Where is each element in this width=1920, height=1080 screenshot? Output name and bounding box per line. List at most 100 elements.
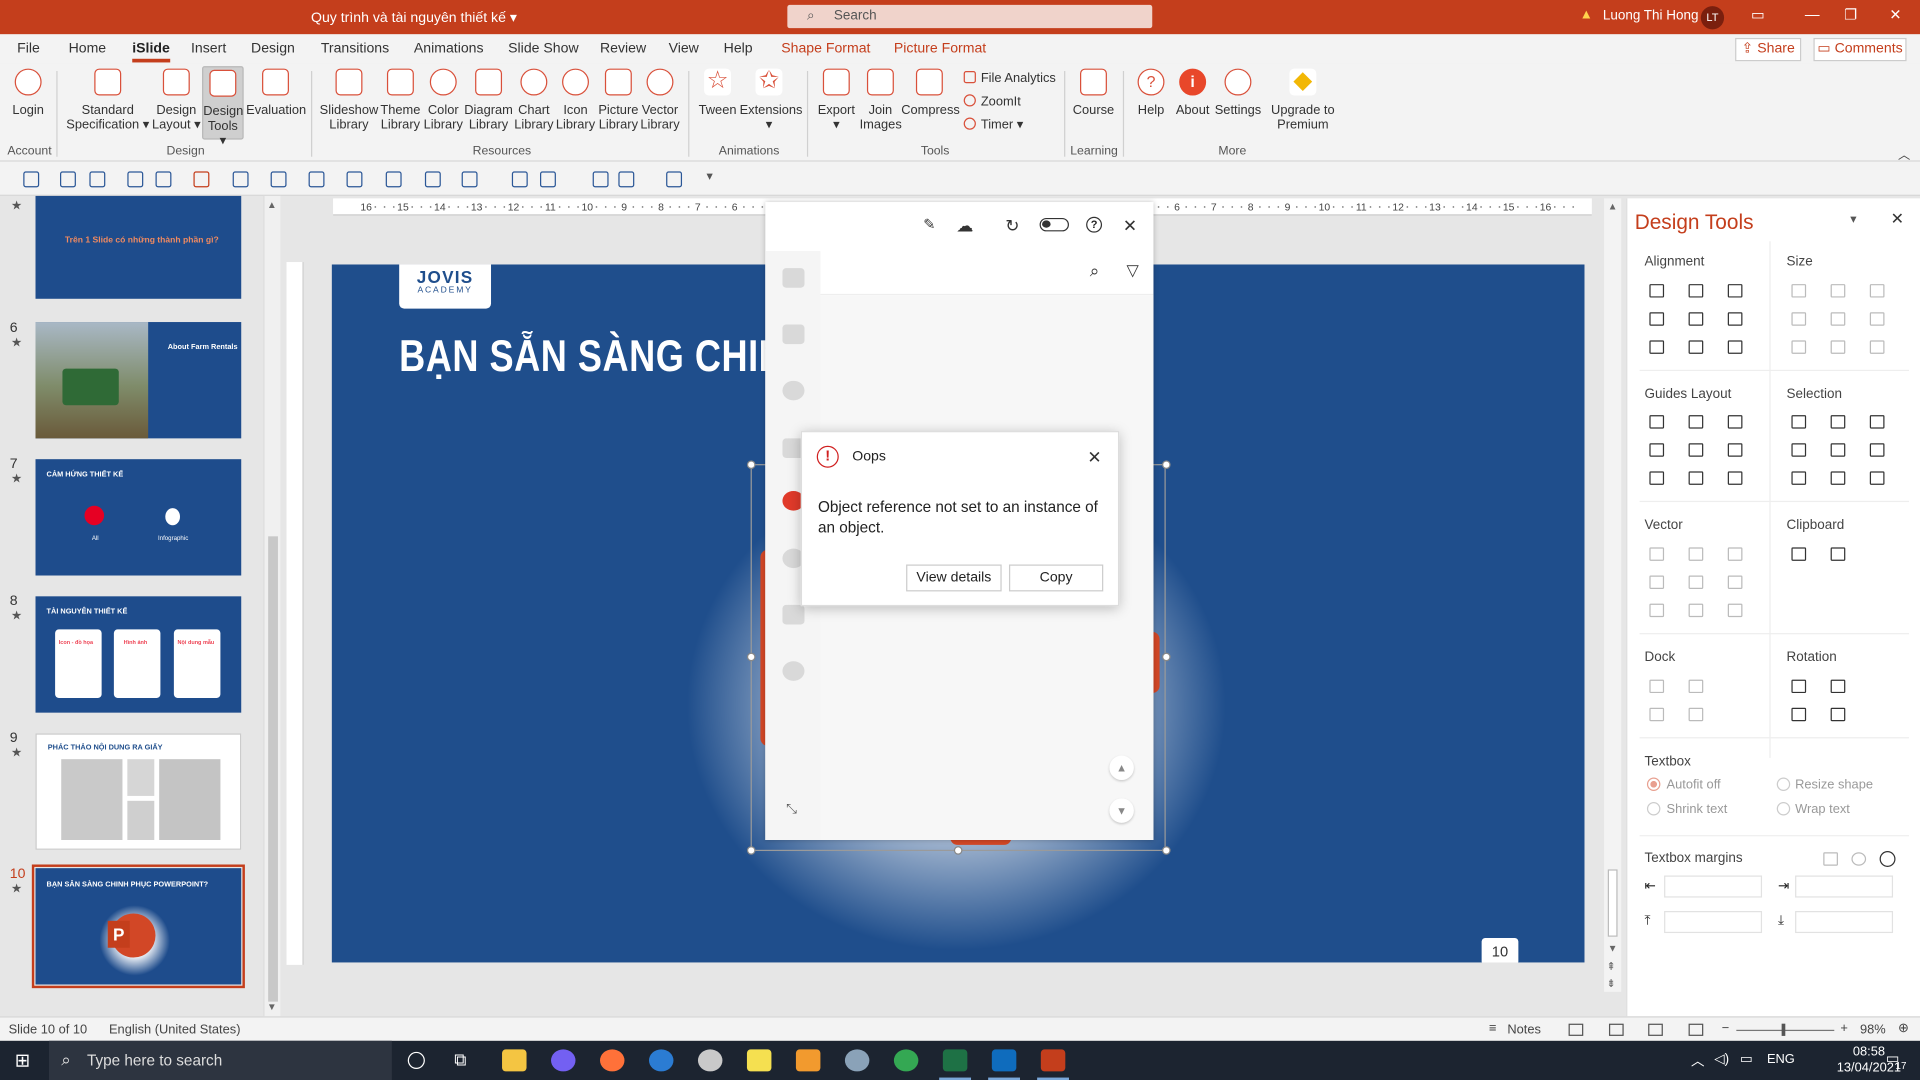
filter-icon[interactable]: ▽	[1127, 261, 1139, 281]
copy-button[interactable]: Copy	[1008, 564, 1104, 592]
search-box[interactable]: ⌕ Search	[787, 4, 1153, 29]
timer-button[interactable]: Timer ▾	[963, 117, 1023, 132]
slideshow-library-button[interactable]: Slideshow Library	[318, 68, 379, 132]
firefox-icon[interactable]	[600, 1049, 625, 1072]
jovis-academy-logo[interactable]: JOVIS ACADEMY	[399, 264, 492, 309]
shrink-text-radio[interactable]	[1646, 802, 1661, 816]
design-tool-icon[interactable]	[1727, 415, 1743, 429]
design-tool-icon[interactable]	[1830, 679, 1846, 694]
design-tool-icon[interactable]	[1727, 443, 1743, 457]
design-tool-icon[interactable]	[1791, 340, 1807, 354]
pdf-app-icon[interactable]	[795, 1049, 821, 1072]
design-tool-icon[interactable]	[1688, 340, 1704, 354]
rotate-tool-icon[interactable]	[127, 171, 144, 188]
avatar[interactable]: LT	[1700, 6, 1725, 30]
design-tool-icon[interactable]	[1830, 443, 1846, 457]
view-details-button[interactable]: View details	[906, 564, 1002, 592]
design-tool-icon[interactable]	[1869, 312, 1885, 326]
bottom-margin-input[interactable]	[1795, 911, 1894, 934]
tab-slide-show[interactable]: Slide Show	[508, 42, 578, 57]
slide-thumbnail[interactable]: About Farm Rentals	[35, 322, 242, 439]
close-window-icon[interactable]: ✕	[1889, 6, 1901, 23]
zoom-in-icon[interactable]: +	[1840, 1021, 1848, 1036]
reading-view-icon[interactable]	[1648, 1023, 1663, 1036]
zoomit-button[interactable]: ZoomIt	[963, 94, 1021, 109]
evaluation-button[interactable]: Evaluation	[246, 68, 306, 118]
design-tool-icon[interactable]	[1727, 603, 1743, 618]
edge-icon[interactable]	[648, 1049, 674, 1072]
help-circle-icon[interactable]: ?	[1086, 216, 1103, 233]
right-margin-input[interactable]	[1795, 875, 1894, 898]
login-button[interactable]: Login	[5, 68, 52, 118]
design-tool-icon[interactable]	[1830, 471, 1846, 485]
design-tool-icon[interactable]	[1688, 707, 1704, 722]
scroll-top-icon[interactable]: ▲	[1109, 755, 1134, 781]
design-tool-icon[interactable]	[1830, 547, 1846, 561]
textbox-tool-icon[interactable]	[60, 171, 76, 188]
toggle-icon[interactable]	[1039, 217, 1069, 232]
design-tool-icon[interactable]	[1688, 312, 1704, 326]
resize-handle[interactable]	[953, 846, 963, 855]
top-margin-input[interactable]	[1664, 911, 1763, 934]
picture-library-button[interactable]: Picture Library	[596, 68, 640, 132]
design-tool-icon[interactable]	[1688, 547, 1704, 561]
close-panel-icon[interactable]: ✕	[1123, 216, 1137, 237]
extensions-button[interactable]: ✩ Extensions ▾	[740, 68, 803, 132]
wrap-text-radio[interactable]	[1776, 802, 1791, 816]
viber-icon[interactable]	[551, 1049, 576, 1072]
zoom-out-icon[interactable]: −	[1722, 1021, 1730, 1036]
design-tool-icon[interactable]	[1791, 547, 1807, 561]
design-tool-icon[interactable]	[1791, 284, 1807, 298]
design-tool-icon[interactable]	[1688, 415, 1704, 429]
design-tool-icon[interactable]	[1649, 707, 1665, 722]
design-tool-icon[interactable]	[1727, 312, 1743, 326]
color-library-button[interactable]: Color Library	[422, 68, 464, 132]
search-icon[interactable]: ⌕	[1090, 261, 1100, 282]
arrange-icon[interactable]	[461, 171, 478, 188]
vector-nav-icon[interactable]	[782, 661, 805, 681]
input-language[interactable]: ENG	[1767, 1052, 1795, 1067]
design-tool-icon[interactable]	[1727, 575, 1743, 589]
taskbar-search[interactable]: ⌕ Type here to search	[48, 1040, 392, 1080]
palette-nav-icon[interactable]	[782, 380, 805, 401]
font-color-icon[interactable]	[193, 171, 210, 188]
tween-button[interactable]: ☆ Tween	[696, 68, 740, 118]
cloud-upload-icon[interactable]: ☁	[956, 216, 973, 237]
volume-icon[interactable]: ◁)	[1714, 1051, 1729, 1067]
notes-button[interactable]: Notes	[1507, 1022, 1541, 1037]
reset-margins-icon[interactable]	[1851, 852, 1867, 866]
comments-button[interactable]: ▭ Comments	[1813, 37, 1907, 62]
tab-home[interactable]: Home	[69, 42, 107, 57]
design-tool-icon[interactable]	[1869, 471, 1885, 485]
tab-insert[interactable]: Insert	[191, 42, 226, 57]
design-tool-icon[interactable]	[1791, 443, 1807, 457]
design-tool-icon[interactable]	[1649, 284, 1665, 298]
resize-handle[interactable]	[746, 846, 756, 855]
join-images-button[interactable]: Join Images	[860, 68, 902, 132]
close-pane-icon[interactable]: ✕	[1891, 209, 1904, 229]
windows-start-icon[interactable]: ⊞	[15, 1049, 30, 1072]
network-icon[interactable]: ▭	[1740, 1051, 1753, 1067]
user-name[interactable]: Luong Thi Hong	[1603, 9, 1699, 24]
design-tool-icon[interactable]	[1830, 707, 1846, 722]
outline-eyedropper-icon[interactable]	[385, 171, 402, 188]
collapse-icon[interactable]: ⤡	[786, 802, 797, 818]
design-tool-icon[interactable]	[1688, 443, 1704, 457]
scroll-thumb[interactable]	[1607, 869, 1618, 937]
design-tool-icon[interactable]	[1830, 312, 1846, 326]
effects-icon[interactable]	[424, 171, 441, 188]
resize-handle[interactable]	[746, 652, 756, 662]
crop-icon[interactable]	[511, 171, 528, 188]
icon-library-button[interactable]: Icon Library	[555, 68, 597, 132]
design-tool-icon[interactable]	[1791, 679, 1807, 694]
tab-animations[interactable]: Animations	[414, 42, 484, 57]
help-button[interactable]: ? Help	[1131, 68, 1170, 118]
settings-button[interactable]: Settings	[1213, 68, 1262, 118]
scroll-thumb[interactable]	[268, 536, 278, 1002]
design-tool-icon[interactable]	[1649, 547, 1665, 561]
compress-button[interactable]: Compress	[901, 68, 960, 118]
previous-slide-icon[interactable]: ⇞	[1607, 960, 1616, 973]
restore-icon[interactable]: ❐	[1844, 6, 1857, 23]
clear-margins-icon[interactable]	[1823, 852, 1838, 866]
slideshow-view-icon[interactable]	[1688, 1023, 1704, 1036]
